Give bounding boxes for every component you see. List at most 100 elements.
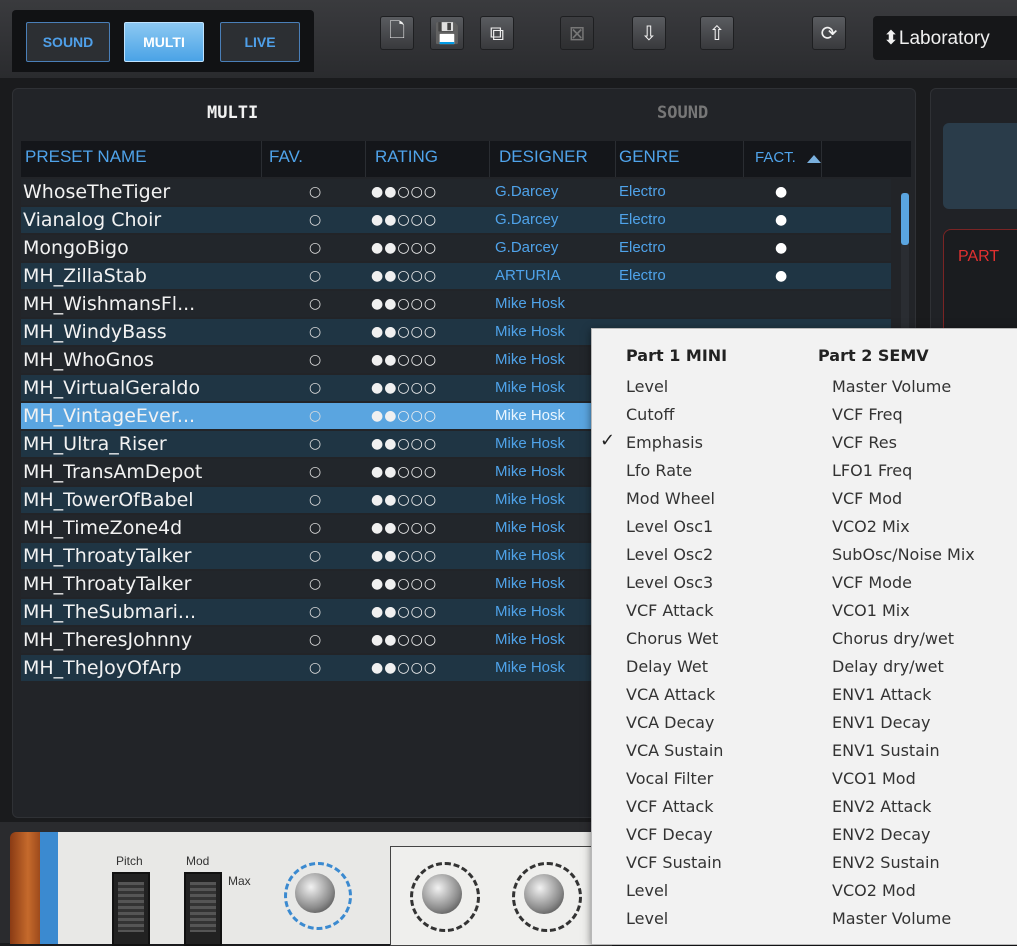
menu-item-part2[interactable]: ENV1 Decay (832, 709, 931, 737)
pitch-wheel[interactable] (112, 872, 150, 946)
menu-item-part2[interactable]: VCO1 Mix (832, 597, 910, 625)
sound-mode-button[interactable]: SOUND (26, 22, 110, 62)
menu-item-part2[interactable]: VCF Mode (832, 569, 912, 597)
menu-item-part2[interactable]: ENV2 Sustain (832, 849, 940, 877)
table-row[interactable]: Vianalog Choir ○ ●●○○○ G.Darcey Electro ● (21, 207, 891, 233)
save-as-button[interactable]: ⧉ (480, 16, 514, 50)
menu-item-part1[interactable]: Level Osc1 (626, 513, 713, 541)
favorite-cell[interactable]: ○ (309, 207, 329, 233)
menu-item-part1[interactable]: Level Osc2 (626, 541, 713, 569)
menu-item-part2[interactable]: VCO2 Mod (832, 877, 916, 905)
favorite-cell[interactable]: ○ (309, 375, 329, 401)
favorite-cell[interactable]: ○ (309, 543, 329, 569)
tab-sound[interactable]: SOUND (657, 103, 708, 123)
favorite-cell[interactable]: ○ (309, 263, 329, 289)
rating-cell: ●●○○○ (371, 548, 438, 564)
import-button[interactable]: ⇩ (632, 16, 666, 50)
menu-item-part1[interactable]: VCA Attack (626, 681, 715, 709)
menu-item-part1[interactable]: Lfo Rate (626, 457, 692, 485)
table-row[interactable]: WhoseTheTiger ○ ●●○○○ G.Darcey Electro ● (21, 179, 891, 205)
favorite-cell[interactable]: ○ (309, 431, 329, 457)
delete-button[interactable]: ⊠ (560, 16, 594, 50)
col-header-designer[interactable]: DESIGNER (499, 147, 588, 167)
menu-item-part2[interactable]: ENV1 Attack (832, 681, 931, 709)
export-icon: ⇧ (708, 21, 726, 45)
menu-item-part2[interactable]: Delay dry/wet (832, 653, 944, 681)
menu-item-part2[interactable]: VCO1 Mod (832, 765, 916, 793)
mod-wheel[interactable] (184, 872, 222, 946)
menu-item-part1[interactable]: Level Osc3 (626, 569, 713, 597)
menu-item-part1[interactable]: VCF Attack (626, 597, 713, 625)
col-header-fact[interactable]: FACT. (755, 149, 796, 166)
col-header-fav[interactable]: FAV. (269, 147, 303, 167)
rating-cell: ●●○○○ (371, 212, 438, 228)
parameter-assign-menu: Part 1 MINI Part 2 SEMV Level Cutoff Empha… (591, 328, 1017, 945)
menu-item-part1[interactable]: Level (626, 905, 668, 933)
menu-item-part1[interactable]: VCA Sustain (626, 737, 723, 765)
menu-item-part2[interactable]: VCF Mod (832, 485, 902, 513)
menu-item-part1[interactable]: Emphasis (626, 429, 703, 457)
favorite-cell[interactable]: ○ (309, 179, 329, 205)
menu-item-part2[interactable]: ENV2 Decay (832, 821, 931, 849)
favorite-cell[interactable]: ○ (309, 347, 329, 373)
favorite-cell[interactable]: ○ (309, 403, 329, 429)
table-row[interactable]: MH_WishmansFl... ○ ●●○○○ Mike Hosk (21, 291, 891, 317)
favorite-cell[interactable]: ○ (309, 459, 329, 485)
knob-2[interactable] (512, 862, 582, 932)
menu-item-part1[interactable]: Level (626, 877, 668, 905)
table-row[interactable]: MongoBigo ○ ●●○○○ G.Darcey Electro ● (21, 235, 891, 261)
favorite-cell[interactable]: ○ (309, 627, 329, 653)
export-button[interactable]: ⇧ (700, 16, 734, 50)
scrollbar-thumb[interactable] (901, 193, 909, 245)
col-header-preset-name[interactable]: PRESET NAME (25, 147, 147, 167)
menu-item-part1[interactable]: Vocal Filter (626, 765, 713, 793)
menu-item-part2[interactable]: SubOsc/Noise Mix (832, 541, 975, 569)
favorite-cell[interactable]: ○ (309, 655, 329, 681)
menu-item-part2[interactable]: ENV1 Sustain (832, 737, 940, 765)
menu-item-part2[interactable]: Master Volume (832, 373, 951, 401)
new-preset-button[interactable]: 🗋 (380, 16, 414, 50)
menu-item-part1[interactable]: Delay Wet (626, 653, 708, 681)
rating-cell: ●●○○○ (371, 660, 438, 676)
favorite-cell[interactable]: ○ (309, 599, 329, 625)
live-mode-button[interactable]: LIVE (220, 22, 300, 62)
favorite-cell[interactable]: ○ (309, 515, 329, 541)
column-divider (821, 141, 822, 177)
menu-item-part1[interactable]: VCF Sustain (626, 849, 722, 877)
favorite-cell[interactable]: ○ (309, 319, 329, 345)
sync-button[interactable]: ⟳ (812, 16, 846, 50)
factory-cell: ● (775, 184, 788, 200)
save-button[interactable]: 💾 (430, 16, 464, 50)
menu-item-part2[interactable]: Master Volume (832, 905, 951, 933)
menu-item-part2[interactable]: VCF Res (832, 429, 897, 457)
tab-multi[interactable]: MULTI (207, 103, 258, 123)
favorite-cell[interactable]: ○ (309, 235, 329, 261)
menu-item-part2[interactable]: Chorus dry/wet (832, 625, 954, 653)
menu-item-part1[interactable]: Chorus Wet (626, 625, 718, 653)
col-header-genre[interactable]: GENRE (619, 147, 679, 167)
master-knob[interactable] (284, 862, 352, 930)
preset-bank-select[interactable]: ⬍Laboratory (873, 16, 1017, 60)
rating-cell: ●●○○○ (371, 604, 438, 620)
menu-item-part2[interactable]: VCF Freq (832, 401, 903, 429)
rating-cell: ●●○○○ (371, 240, 438, 256)
rating-cell: ●●○○○ (371, 464, 438, 480)
menu-item-part1[interactable]: Mod Wheel (626, 485, 715, 513)
favorite-cell[interactable]: ○ (309, 487, 329, 513)
preset-name-cell: MH_TheresJohnny (23, 629, 193, 651)
table-row[interactable]: MH_ZillaStab ○ ●●○○○ ARTURIA Electro ● (21, 263, 891, 289)
side-strip[interactable] (40, 832, 58, 944)
favorite-cell[interactable]: ○ (309, 291, 329, 317)
menu-item-part1[interactable]: VCA Decay (626, 709, 714, 737)
menu-item-part2[interactable]: ENV2 Attack (832, 793, 931, 821)
menu-item-part1[interactable]: Level (626, 373, 668, 401)
favorite-cell[interactable]: ○ (309, 571, 329, 597)
knob-1[interactable] (410, 862, 480, 932)
menu-item-part1[interactable]: VCF Attack (626, 793, 713, 821)
multi-mode-button[interactable]: MULTI (124, 22, 204, 62)
menu-item-part1[interactable]: Cutoff (626, 401, 674, 429)
menu-item-part2[interactable]: VCO2 Mix (832, 513, 910, 541)
menu-item-part2[interactable]: LFO1 Freq (832, 457, 912, 485)
col-header-rating[interactable]: RATING (375, 147, 438, 167)
menu-item-part1[interactable]: VCF Decay (626, 821, 713, 849)
